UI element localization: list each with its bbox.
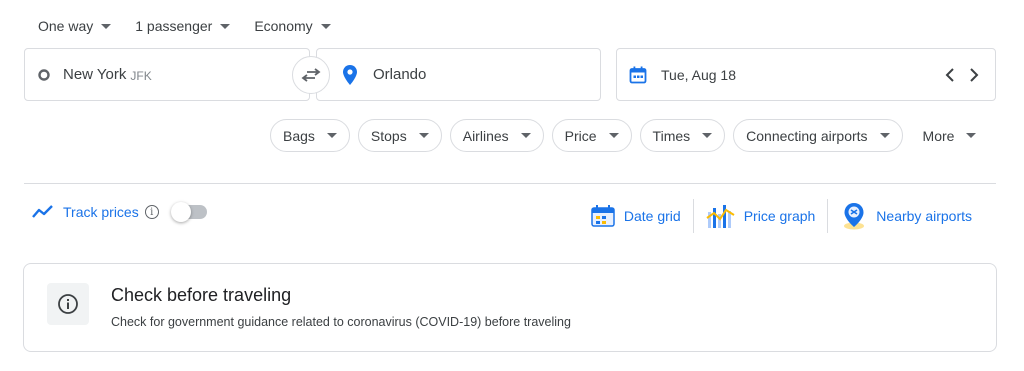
caret-down-icon bbox=[608, 133, 619, 138]
cabin-class-select[interactable]: Economy bbox=[242, 12, 342, 40]
info-circle-icon bbox=[58, 294, 78, 314]
trip-options-bar: One way 1 passenger Economy bbox=[26, 12, 343, 40]
filter-stops[interactable]: Stops bbox=[357, 119, 442, 152]
caret-down-icon bbox=[326, 133, 337, 138]
caret-down-icon bbox=[418, 133, 429, 138]
notice-text: Check for government guidance related to… bbox=[111, 315, 571, 329]
origin-city: New York bbox=[63, 66, 127, 83]
destination-city: Orlando bbox=[373, 66, 427, 83]
nearby-airports-icon bbox=[844, 203, 865, 230]
trip-type-label: One way bbox=[38, 18, 94, 34]
filter-connecting-airports[interactable]: Connecting airports bbox=[733, 119, 903, 152]
caret-down-icon bbox=[520, 133, 531, 138]
track-prices-label: Track prices bbox=[63, 204, 139, 220]
date-grid-label: Date grid bbox=[623, 208, 681, 224]
filter-more[interactable]: More bbox=[910, 119, 989, 152]
caret-down-icon bbox=[320, 23, 331, 29]
trend-line-icon bbox=[32, 205, 53, 218]
filter-label: More bbox=[922, 127, 955, 144]
swap-arrows-icon bbox=[301, 68, 321, 82]
filter-label: Times bbox=[652, 127, 691, 144]
nearby-airports-label: Nearby airports bbox=[876, 208, 972, 224]
filter-times[interactable]: Times bbox=[639, 119, 726, 152]
chevron-right-icon bbox=[970, 67, 979, 82]
filter-label: Price bbox=[564, 127, 597, 144]
departure-date-field[interactable]: Tue, Aug 18 bbox=[616, 48, 996, 101]
date-navigation bbox=[943, 49, 981, 100]
filter-label: Airlines bbox=[462, 127, 509, 144]
trip-type-select[interactable]: One way bbox=[26, 12, 123, 40]
origin-code: JFK bbox=[130, 68, 152, 83]
caret-down-icon bbox=[220, 23, 231, 29]
cabin-class-label: Economy bbox=[254, 18, 313, 34]
covid-notice-card: Check before traveling Check for governm… bbox=[23, 263, 997, 352]
filter-price[interactable]: Price bbox=[551, 119, 632, 152]
origin-circle-icon bbox=[38, 68, 50, 81]
section-divider bbox=[24, 183, 996, 184]
caret-down-icon bbox=[879, 133, 890, 138]
filter-chips: Bags Stops Airlines Price Times Connecti… bbox=[270, 119, 989, 152]
track-prices: Track prices i bbox=[32, 202, 207, 222]
origin-field[interactable]: New York JFK bbox=[24, 48, 310, 101]
date-grid-button[interactable]: Date grid bbox=[578, 198, 693, 234]
price-graph-icon bbox=[706, 205, 735, 228]
caret-down-icon bbox=[702, 133, 713, 138]
destination-field[interactable]: Orlando bbox=[316, 48, 601, 101]
info-icon bbox=[47, 283, 89, 325]
previous-date-button[interactable] bbox=[943, 67, 957, 82]
next-date-button[interactable] bbox=[967, 67, 981, 82]
filter-label: Stops bbox=[370, 127, 407, 144]
nearby-airports-button[interactable]: Nearby airports bbox=[828, 198, 984, 234]
calendar-icon bbox=[629, 66, 647, 83]
swap-button[interactable] bbox=[292, 56, 330, 94]
passengers-select[interactable]: 1 passenger bbox=[123, 12, 242, 40]
filter-airlines[interactable]: Airlines bbox=[449, 119, 544, 152]
passengers-label: 1 passenger bbox=[135, 18, 213, 34]
filter-label: Connecting airports bbox=[746, 127, 868, 144]
chevron-left-icon bbox=[945, 67, 954, 82]
toggle-knob bbox=[170, 202, 191, 222]
date-grid-icon bbox=[591, 205, 615, 227]
filter-bags[interactable]: Bags bbox=[270, 119, 350, 152]
info-icon[interactable]: i bbox=[144, 205, 159, 219]
price-graph-button[interactable]: Price graph bbox=[694, 198, 828, 234]
caret-down-icon bbox=[101, 23, 112, 29]
search-tools: Date grid Price graph Nearby airports bbox=[578, 198, 984, 234]
location-pin-icon bbox=[343, 64, 357, 85]
departure-date: Tue, Aug 18 bbox=[661, 66, 736, 83]
price-graph-label: Price graph bbox=[743, 208, 816, 224]
notice-title: Check before traveling bbox=[111, 285, 292, 305]
track-prices-toggle[interactable] bbox=[170, 202, 207, 222]
filter-label: Bags bbox=[283, 127, 315, 144]
caret-down-icon bbox=[966, 133, 977, 138]
